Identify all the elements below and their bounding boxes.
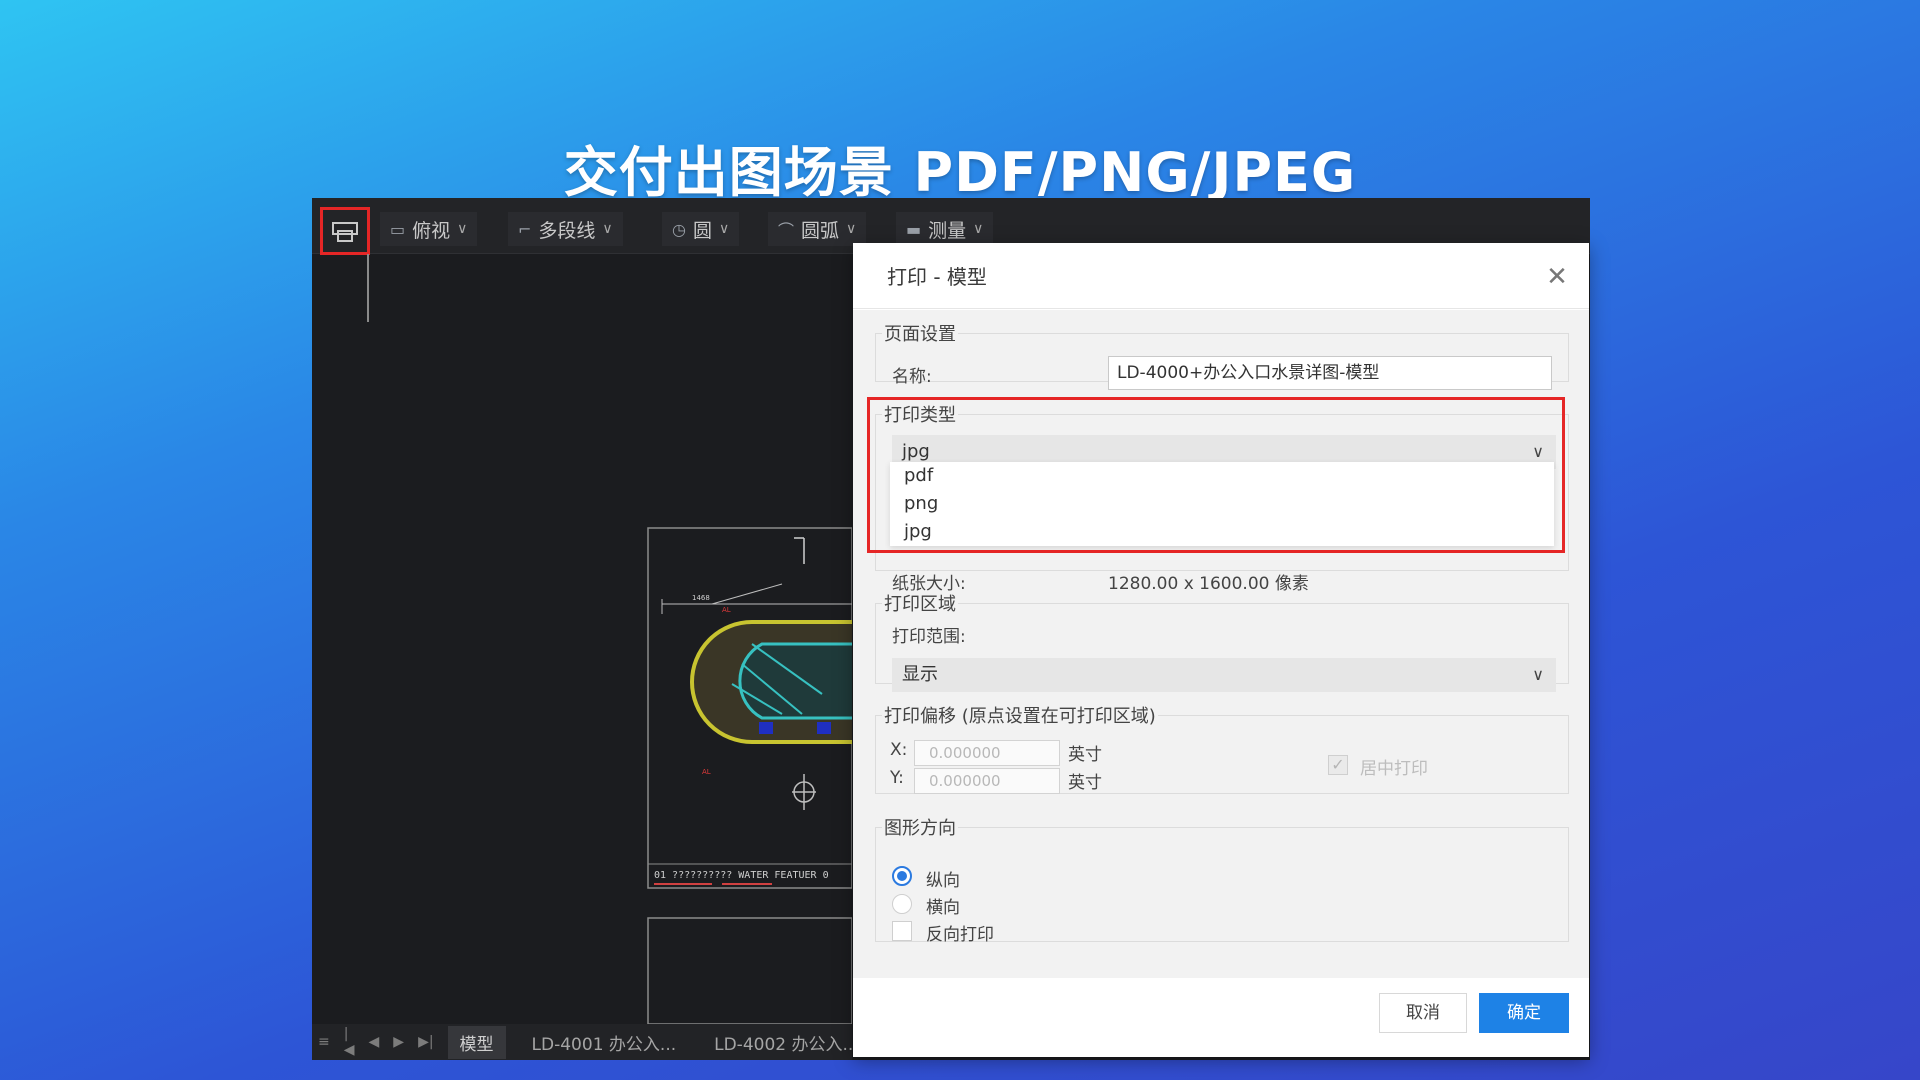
offset-y-label: Y: <box>890 768 904 788</box>
measure-dropdown[interactable]: ▬ 测量 ∨ <box>896 212 994 246</box>
print-range-label: 打印范围: <box>892 627 966 647</box>
title-block-text: 01 ?????????? WATER FEATUER 0 <box>654 870 829 881</box>
print-type-value: jpg <box>902 441 930 462</box>
svg-text:AL: AL <box>702 768 711 776</box>
print-area-legend: 打印区域 <box>884 594 956 615</box>
svg-text:AL: AL <box>722 606 731 614</box>
print-offset-group: 打印偏移 (原点设置在可打印区域) X: 0.000000 英寸 Y: 0.00… <box>875 702 1569 794</box>
cancel-button[interactable]: 取消 <box>1379 993 1467 1033</box>
print-type-dropdown: pdf png jpg <box>890 462 1554 546</box>
print-area-group: 打印区域 打印范围: 显示 ∨ <box>875 590 1569 692</box>
arc-dropdown[interactable]: ⌒ 圆弧 ∨ <box>768 212 867 246</box>
offset-y-unit: 英寸 <box>1068 773 1102 793</box>
option-pdf[interactable]: pdf <box>890 462 1554 490</box>
portrait-label: 纵向 <box>926 871 960 891</box>
page-setup-group: 页面设置 名称: LD-4000+办公入口水景详图-模型 <box>875 320 1569 390</box>
chevron-down-icon: ∨ <box>457 221 468 237</box>
offset-y-input[interactable]: 0.000000 <box>914 768 1060 794</box>
polyline-icon: ⌐ <box>518 219 532 239</box>
tab-layout-4002[interactable]: LD-4002 办公入... <box>702 1026 871 1059</box>
orientation-group: 图形方向 纵向 横向 反向打印 <box>875 814 1569 945</box>
center-print-checkbox[interactable]: ✓ <box>1328 755 1348 775</box>
offset-x-input[interactable]: 0.000000 <box>914 740 1060 766</box>
dialog-body: 页面设置 名称: LD-4000+办公入口水景详图-模型 打印类型 jpg ∨ … <box>853 310 1589 978</box>
cad-drawing: 1468 AL AL 01 ?????????? WATER FEATUER 0 <box>367 254 853 1025</box>
prev-tab-icon[interactable]: ◀ <box>369 1034 380 1050</box>
name-label: 名称: <box>892 367 932 387</box>
layout-tabs-bar: ≡ |◀ ◀ ▶ ▶| 模型 LD-4001 办公入... LD-4002 办公… <box>312 1024 859 1060</box>
chevron-down-icon: ∨ <box>718 221 730 237</box>
print-button[interactable] <box>320 207 370 255</box>
drawing-canvas[interactable]: 1468 AL AL 01 ?????????? WATER FEATUER 0 <box>312 254 853 1025</box>
print-offset-legend: 打印偏移 (原点设置在可打印区域) <box>884 706 1156 727</box>
next-tab-icon[interactable]: ▶ <box>393 1034 404 1050</box>
polyline-dropdown[interactable]: ⌐ 多段线 ∨ <box>508 212 623 246</box>
close-icon[interactable]: ✕ <box>1543 263 1571 291</box>
print-range-value: 显示 <box>902 664 938 685</box>
arc-icon: ⌒ <box>778 221 795 240</box>
circle-dropdown[interactable]: ◷ 圆 ∨ <box>662 212 740 246</box>
measure-label: 测量 <box>928 219 967 242</box>
print-range-select[interactable]: 显示 ∨ <box>892 658 1556 692</box>
center-print-label: 居中打印 <box>1360 759 1428 779</box>
menu-icon[interactable]: ≡ <box>318 1034 330 1050</box>
option-png[interactable]: png <box>890 490 1554 518</box>
view-label: 俯视 <box>412 219 451 242</box>
circle-icon: ◷ <box>672 219 686 239</box>
page-setup-legend: 页面设置 <box>884 324 956 345</box>
arc-label: 圆弧 <box>801 219 840 242</box>
portrait-radio[interactable] <box>892 866 912 886</box>
print-type-legend: 打印类型 <box>884 405 956 426</box>
tab-model[interactable]: 模型 <box>447 1025 506 1059</box>
dialog-footer: 取消 确定 <box>853 977 1589 1057</box>
print-dialog: 打印 - 模型 ✕ 页面设置 名称: LD-4000+办公入口水景详图-模型 打… <box>853 243 1589 1057</box>
first-tab-icon[interactable]: |◀ <box>344 1026 355 1058</box>
polyline-label: 多段线 <box>538 219 596 242</box>
dialog-header: 打印 - 模型 ✕ <box>853 243 1589 309</box>
chevron-down-icon: ∨ <box>1532 665 1544 684</box>
svg-text:1468: 1468 <box>692 594 710 602</box>
view-dropdown[interactable]: ▭ 俯视 ∨ <box>380 212 478 246</box>
orientation-legend: 图形方向 <box>884 818 956 839</box>
chevron-down-icon: ∨ <box>602 221 613 237</box>
dialog-title: 打印 - 模型 <box>887 265 987 289</box>
offset-x-unit: 英寸 <box>1068 745 1102 765</box>
reverse-print-checkbox[interactable] <box>892 921 912 941</box>
chevron-down-icon: ∨ <box>846 221 857 237</box>
landscape-label: 横向 <box>926 898 960 918</box>
offset-x-label: X: <box>890 740 908 760</box>
printer-icon <box>332 222 358 242</box>
circle-label: 圆 <box>692 219 712 242</box>
slide-title: 交付出图场景 PDF/PNG/JPEG <box>563 141 1357 204</box>
reverse-print-label: 反向打印 <box>926 925 994 945</box>
option-jpg[interactable]: jpg <box>890 518 1554 546</box>
last-tab-icon[interactable]: ▶| <box>418 1034 433 1050</box>
ok-button[interactable]: 确定 <box>1479 993 1569 1033</box>
chevron-down-icon: ∨ <box>973 221 984 237</box>
view-icon: ▭ <box>390 219 406 239</box>
name-input[interactable]: LD-4000+办公入口水景详图-模型 <box>1108 356 1552 390</box>
landscape-radio[interactable] <box>892 894 912 914</box>
tab-layout-4001[interactable]: LD-4001 办公入... <box>520 1026 689 1059</box>
measure-icon: ▬ <box>906 219 922 239</box>
